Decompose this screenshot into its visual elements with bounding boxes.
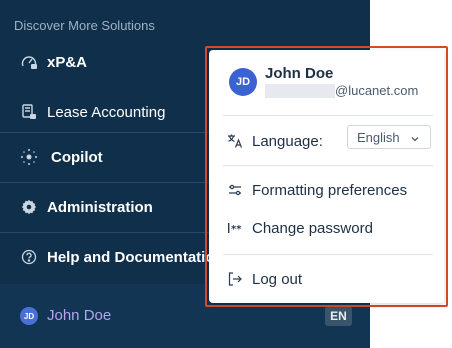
logout-item[interactable]: Log out [223,264,433,294]
logout-icon [227,271,243,287]
gauge-lock-icon [20,53,38,71]
logout-label: Log out [252,270,303,288]
menu-divider [223,165,433,166]
sparkle-icon [20,148,38,166]
formatting-preferences-item[interactable]: Formatting preferences [223,175,433,205]
password-icon: ** [227,220,243,236]
user-name: John Doe [265,65,334,82]
formatting-preferences-label: Formatting preferences [252,181,408,199]
language-row: Language: English [223,125,433,156]
user-menu-popup: JD John Doe @lucanet.com Language: Engli… [209,50,444,303]
nav-label-lease-accounting: Lease Accounting [47,103,166,121]
language-select[interactable]: English [347,125,431,149]
change-password-item[interactable]: ** Change password [223,213,433,243]
nav-label-copilot: Copilot [51,148,103,166]
nav-label-help: Help and Documentation [47,248,224,266]
language-label: Language: [252,132,323,150]
help-circle-icon [20,248,38,266]
avatar: JD [229,68,257,96]
language-badge[interactable]: EN [325,306,352,326]
document-lock-icon [20,103,38,121]
svg-text:**: ** [231,224,242,235]
nav-label-xpa: xP&A [47,53,88,71]
change-password-label: Change password [252,219,373,237]
sidebar-user-name: John Doe [47,307,112,324]
gear-icon [20,198,38,216]
language-select-value: English [357,129,400,145]
avatar: JD [20,307,38,325]
email-redaction [265,84,335,98]
chevron-down-icon [410,131,420,142]
section-title: Discover More Solutions [14,18,155,33]
nav-label-administration: Administration [47,198,153,216]
sliders-icon [227,182,243,198]
menu-divider [223,115,433,116]
menu-divider [223,254,433,255]
user-email-domain: @lucanet.com [335,83,419,98]
translate-icon [227,133,243,149]
